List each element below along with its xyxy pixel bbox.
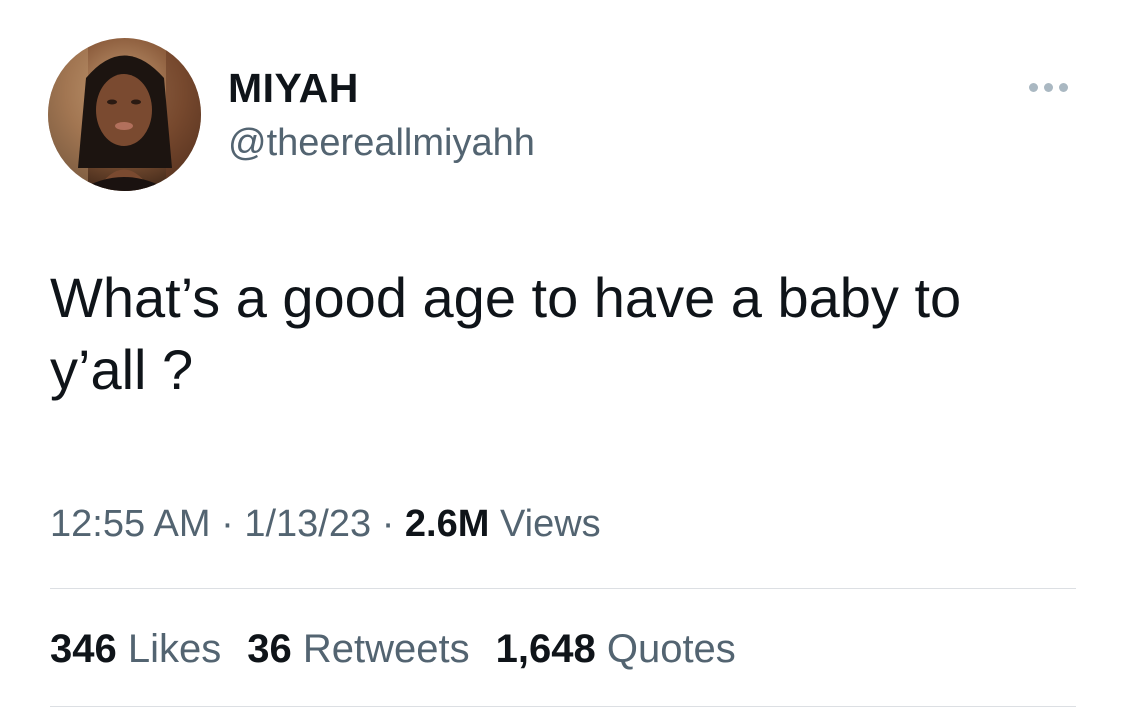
quotes-count: 1,648	[495, 627, 596, 671]
more-dot	[1058, 82, 1068, 92]
more-dot	[1028, 82, 1038, 92]
likes-count: 346	[50, 627, 117, 671]
quotes-stat[interactable]: 1,648 Quotes	[496, 624, 736, 674]
more-dot	[1043, 82, 1053, 92]
tweet-text: What’s a good age to have a baby to y’al…	[50, 266, 962, 401]
divider	[50, 706, 1076, 707]
likes-label: Likes	[116, 627, 222, 671]
views-count: 2.6M	[404, 503, 490, 545]
retweets-label: Retweets	[291, 627, 470, 671]
profile-photo-icon	[48, 38, 201, 191]
quotes-label: Quotes	[595, 627, 736, 671]
tweet-date[interactable]: 1/13/23	[244, 503, 371, 545]
divider	[50, 588, 1076, 589]
display-name[interactable]: MIYAH	[228, 64, 359, 112]
tweet-time[interactable]: 12:55 AM	[50, 503, 211, 545]
engagement-stats: 346 Likes 36 Retweets 1,648 Quotes	[50, 624, 736, 674]
tweet-meta: 12:55 AM · 1/13/23 · 2.6M Views	[50, 500, 601, 548]
retweets-stat[interactable]: 36 Retweets	[247, 624, 469, 674]
likes-stat[interactable]: 346 Likes	[50, 624, 221, 674]
meta-separator: ·	[210, 503, 245, 545]
tweet-card: MIYAH @theereallmiyahh What’s a good age…	[0, 0, 1125, 709]
handle[interactable]: @theereallmiyahh	[228, 120, 535, 166]
views-label: Views	[489, 503, 601, 545]
retweets-count: 36	[247, 627, 292, 671]
more-options-icon[interactable]	[1020, 72, 1076, 102]
meta-separator: ·	[371, 503, 405, 545]
avatar[interactable]	[48, 38, 201, 191]
